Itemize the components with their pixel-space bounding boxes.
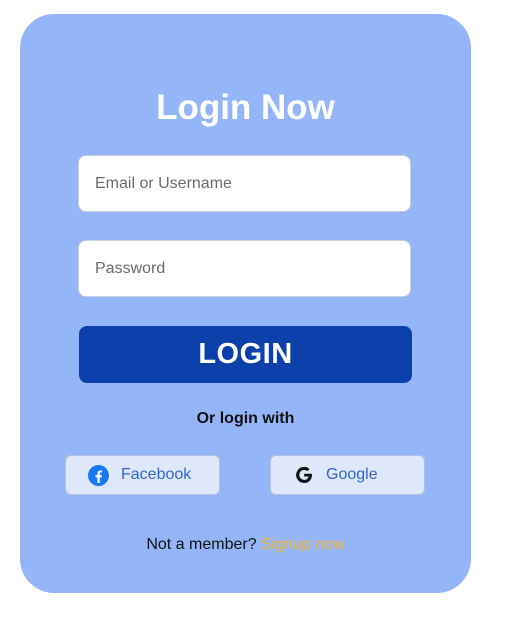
email-field[interactable] xyxy=(78,155,411,212)
or-login-with-label: Or login with xyxy=(196,410,295,427)
signup-prompt: Not a member? Signup now xyxy=(20,536,471,554)
password-field[interactable] xyxy=(78,240,411,297)
login-button[interactable]: LOGIN xyxy=(79,326,412,383)
signup-link[interactable]: Signup now xyxy=(261,536,345,553)
google-icon xyxy=(293,465,314,486)
facebook-label: Facebook xyxy=(121,466,192,483)
not-a-member-text: Not a member? xyxy=(146,536,257,553)
login-card: Login Now LOGIN Or login with Facebook G… xyxy=(20,14,471,593)
facebook-icon xyxy=(88,464,109,486)
google-label: Google xyxy=(326,466,378,483)
page-title: Login Now xyxy=(156,88,335,127)
facebook-login-button[interactable]: Facebook xyxy=(65,455,220,495)
google-login-button[interactable]: Google xyxy=(270,455,425,495)
